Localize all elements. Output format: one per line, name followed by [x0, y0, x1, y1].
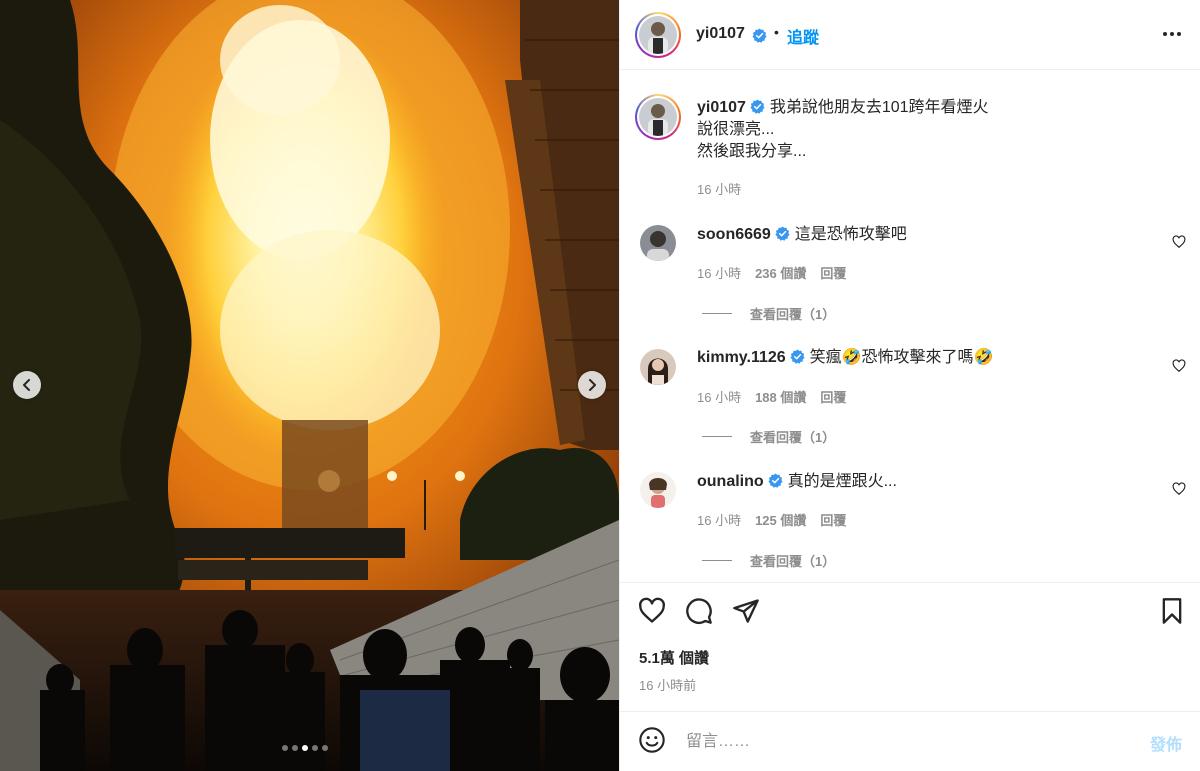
reply-button[interactable]: 回覆	[820, 387, 846, 406]
comment-icon[interactable]	[685, 597, 713, 625]
caption-line: 我弟說他朋友去101跨年看煙火	[769, 99, 989, 116]
carousel-dot-active	[302, 745, 308, 751]
post-timestamp: 16 小時前	[639, 678, 697, 693]
comment-likes[interactable]: 125 個讚	[755, 510, 806, 529]
paper-plane-icon[interactable]	[732, 597, 760, 625]
comment-likes[interactable]: 236 個讚	[755, 263, 806, 282]
divider-line	[702, 560, 732, 561]
comment-input[interactable]	[684, 728, 1128, 756]
caption-username[interactable]: yi0107	[697, 99, 746, 116]
view-replies-button[interactable]: 查看回覆（1）	[702, 427, 835, 446]
carousel-dot	[322, 745, 328, 751]
commenter-username[interactable]: soon6669	[697, 226, 771, 243]
reply-button[interactable]: 回覆	[820, 263, 846, 282]
commenter-avatar[interactable]	[640, 349, 676, 385]
verified-badge-icon	[790, 349, 805, 364]
comment-text: 這是恐怖攻擊吧	[794, 226, 907, 243]
post-header: yi0107 • 追蹤	[620, 0, 1200, 70]
verified-badge-icon	[775, 226, 790, 241]
view-replies-label: 查看回覆（1）	[750, 554, 836, 569]
reply-button[interactable]: 回覆	[820, 510, 846, 529]
likes-count[interactable]: 5.1萬 個讚	[639, 647, 709, 668]
verified-badge-icon	[750, 99, 765, 114]
comment-like-icon[interactable]	[1172, 235, 1186, 249]
view-replies-button[interactable]: 查看回覆（1）	[702, 304, 835, 323]
next-slide-button[interactable]	[578, 371, 606, 399]
comment-time: 16 小時	[697, 390, 742, 405]
author-avatar[interactable]	[635, 12, 681, 58]
caption-time: 16 小時	[697, 182, 742, 197]
follow-button[interactable]: 追蹤	[787, 24, 819, 48]
bookmark-icon[interactable]	[1158, 597, 1186, 625]
comment-like-icon[interactable]	[1172, 359, 1186, 373]
verified-badge-icon	[768, 473, 783, 488]
previous-slide-button[interactable]	[13, 371, 41, 399]
carousel-dot	[282, 745, 288, 751]
comment-time: 16 小時	[697, 513, 742, 528]
view-replies-label: 查看回覆（1）	[750, 430, 836, 445]
emoji-icon[interactable]	[638, 726, 666, 754]
comment-like-icon[interactable]	[1172, 482, 1186, 496]
view-replies-button[interactable]: 查看回覆（1）	[702, 551, 835, 570]
commenter-avatar[interactable]	[640, 472, 676, 508]
carousel-indicator	[282, 745, 328, 751]
chevron-right-icon	[589, 379, 596, 391]
comment-likes[interactable]: 188 個讚	[755, 387, 806, 406]
comment-text: 笑瘋🤣恐怖攻擊來了嗎🤣	[809, 349, 994, 366]
caption-line: 然後跟我分享...	[697, 143, 807, 160]
post-media[interactable]	[0, 0, 619, 771]
post-side-panel: yi0107 • 追蹤 yi0107 我弟說他朋友去101跨年看煙火 說很漂亮.…	[619, 0, 1200, 771]
commenter-username[interactable]: ounalino	[697, 473, 764, 490]
commenter-username[interactable]: kimmy.1126	[697, 349, 786, 366]
post-actions: 5.1萬 個讚 16 小時前	[620, 582, 1200, 712]
heart-icon[interactable]	[638, 597, 666, 625]
separator-dot: •	[774, 24, 779, 40]
more-options-icon[interactable]	[1160, 22, 1184, 46]
chevron-left-icon	[23, 379, 30, 391]
comment-composer: 發佈	[620, 711, 1200, 771]
divider-line	[702, 436, 732, 437]
view-replies-label: 查看回覆（1）	[750, 307, 836, 322]
carousel-dot	[312, 745, 318, 751]
comment-meta: 16 小時 125 個讚 回覆	[697, 510, 846, 529]
carousel-dot	[292, 745, 298, 751]
comment-text: 真的是煙跟火...	[787, 473, 897, 490]
verified-badge-icon	[752, 28, 767, 43]
comment-meta: 16 小時 188 個讚 回覆	[697, 387, 846, 406]
comment-meta: 16 小時 236 個讚 回覆	[697, 263, 846, 282]
post-comment-button[interactable]: 發佈	[1150, 731, 1182, 755]
divider-line	[702, 313, 732, 314]
author-username[interactable]: yi0107	[696, 25, 745, 43]
post-viewer: yi0107 • 追蹤 yi0107 我弟說他朋友去101跨年看煙火 說很漂亮.…	[0, 0, 1200, 771]
caption-author-avatar[interactable]	[635, 94, 681, 140]
caption-line: 說很漂亮...	[697, 121, 775, 138]
commenter-avatar[interactable]	[640, 225, 676, 261]
post-photo	[0, 0, 619, 771]
comment-time: 16 小時	[697, 266, 742, 281]
